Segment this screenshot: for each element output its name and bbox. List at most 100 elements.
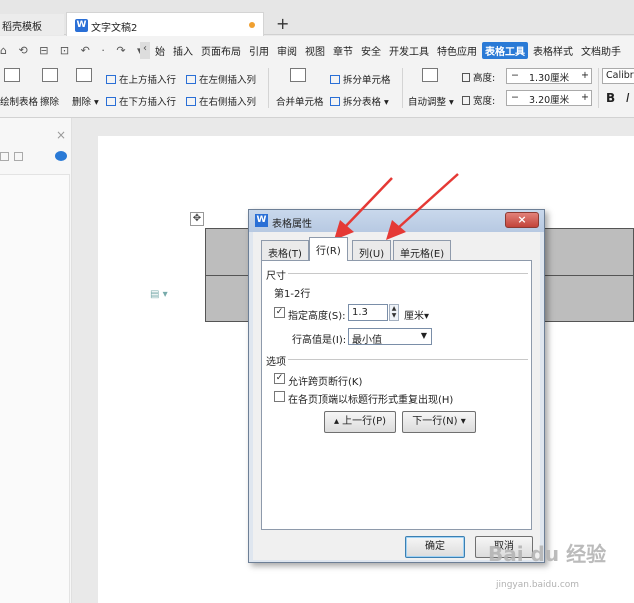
insert-above-label: 在上方插入行	[119, 75, 177, 86]
height-unit-select[interactable]: 厘米▾	[404, 307, 429, 322]
menu-item[interactable]: 安全	[358, 42, 384, 59]
font-name: Calibri	[606, 70, 634, 81]
font-select[interactable]: Calibri	[602, 68, 634, 84]
close-pane-icon[interactable]: ×	[56, 128, 66, 142]
paragraph-layout-icon[interactable]: ▤ ▾	[150, 289, 168, 300]
draw-table-icon	[4, 68, 20, 82]
menu-item[interactable]: 视图	[302, 42, 328, 59]
specify-height-label: 指定高度(S):	[288, 311, 346, 322]
insert-below-label: 在下方插入行	[119, 97, 177, 108]
width-label-text: 宽度:	[473, 96, 496, 107]
col-width-icon	[462, 96, 470, 105]
row-height-stepper[interactable]: − 1.30厘米 +	[506, 68, 592, 84]
menu-item[interactable]: 始	[152, 42, 168, 59]
split-table-icon	[330, 97, 340, 106]
ribbon-divider	[268, 68, 269, 108]
draw-table-button[interactable]: 绘制表格	[0, 94, 38, 108]
erase-button[interactable]: 擦除	[40, 94, 59, 108]
repeat-header-checkbox[interactable]	[274, 391, 285, 402]
arrow-to-column-tab	[397, 173, 459, 229]
height-plus-button[interactable]: +	[581, 70, 589, 81]
row-tab-panel: 尺寸 第1-2行 ✓ 指定高度(S): 1.3 ▲ ▼ 厘米▾ 行高值是(I): …	[261, 260, 532, 530]
tab-document[interactable]: W 文字文稿2	[66, 12, 264, 36]
menu-item-table-tools[interactable]: 表格工具	[482, 42, 528, 59]
eraser-icon	[42, 68, 58, 82]
split-cells-label: 拆分单元格	[343, 75, 391, 86]
height-label: 高度:	[462, 70, 495, 84]
row-height-is-value: 最小值	[352, 335, 382, 346]
unsaved-dot-icon	[249, 22, 255, 28]
italic-button[interactable]: I	[626, 91, 630, 105]
dialog-close-button[interactable]: ×	[505, 212, 539, 228]
height-minus-button[interactable]: −	[511, 70, 519, 81]
row-height-is-label: 行高值是(I):	[292, 335, 347, 346]
width-minus-button[interactable]: −	[511, 92, 519, 103]
split-cells-button[interactable]: 拆分单元格	[330, 72, 391, 86]
options-group-label: 选项	[266, 357, 286, 368]
menu-item[interactable]: 引用	[246, 42, 272, 59]
previous-row-button[interactable]: ▴ 上一行(P)	[324, 411, 396, 433]
bold-button[interactable]: B	[606, 91, 615, 105]
width-plus-button[interactable]: +	[581, 92, 589, 103]
table-properties-dialog: W 表格属性 × 表格(T) 行(R) 列(U) 单元格(E) 尺寸 第1-2行…	[248, 209, 545, 563]
tab-row[interactable]: 行(R)	[309, 237, 348, 261]
dialog-title: 表格属性	[272, 219, 312, 230]
auto-fit-button[interactable]: 自动调整 ▾	[408, 94, 454, 108]
split-cells-icon	[330, 75, 340, 84]
delete-button[interactable]: 删除 ▾	[72, 94, 99, 108]
row-height-spinner[interactable]: ▲ ▼	[389, 304, 399, 321]
col-width-stepper[interactable]: − 3.20厘米 +	[506, 90, 592, 106]
insert-left-icon	[186, 75, 196, 84]
row-range-label: 第1-2行	[274, 289, 311, 300]
tab-docer-templates[interactable]: 稻壳模板	[0, 14, 64, 35]
split-table-button[interactable]: 拆分表格 ▾	[330, 94, 389, 108]
quick-access-toolbar[interactable]: ⌂ ⟲ ⊟ ⊡ ↶ · ↷ ▾	[0, 44, 147, 57]
insert-col-left-button[interactable]: 在左侧插入列	[186, 72, 256, 86]
arrow-to-row-tab	[343, 177, 393, 229]
repeat-header-label: 在各页顶端以标题行形式重复出现(H)	[288, 395, 454, 406]
merge-cells-icon	[290, 68, 306, 82]
insert-left-label: 在左侧插入列	[199, 75, 257, 86]
menu-item[interactable]: 文档助手	[578, 42, 624, 59]
menu-bar: ⌂ ⟲ ⊟ ⊡ ↶ · ↷ ▾ ‹ 始 插入 页面布局 引用 审阅 视图 章节 …	[0, 36, 634, 62]
allow-break-label: 允许跨页断行(K)	[288, 377, 363, 388]
group-divider	[288, 273, 528, 274]
row-height-input[interactable]: 1.3	[348, 304, 388, 321]
specify-height-checkbox[interactable]: ✓	[274, 307, 285, 318]
new-tab-button[interactable]: +	[276, 14, 289, 33]
insert-col-right-button[interactable]: 在右侧插入列	[186, 94, 256, 108]
menu-item[interactable]: 特色应用	[434, 42, 480, 59]
menu-item[interactable]: 插入	[170, 42, 196, 59]
menu-item[interactable]: 表格样式	[530, 42, 576, 59]
menu-item[interactable]: 开发工具	[386, 42, 432, 59]
insert-row-above-button[interactable]: 在上方插入行	[106, 72, 176, 86]
row-height-is-select[interactable]: 最小值 ▼	[348, 328, 432, 346]
menu-item[interactable]: 章节	[330, 42, 356, 59]
tab-table[interactable]: 表格(T)	[261, 240, 309, 260]
ribbon-divider	[598, 68, 599, 108]
merge-cells-button[interactable]: 合并单元格	[276, 94, 324, 108]
ok-button[interactable]: 确定	[405, 536, 465, 558]
allow-break-checkbox[interactable]: ✓	[274, 373, 285, 384]
cloud-icon[interactable]	[55, 151, 67, 161]
ribbon-divider	[402, 68, 403, 108]
delete-table-icon	[76, 68, 92, 82]
expand-icon[interactable]	[0, 152, 9, 161]
tab-label: 文字文稿2	[91, 23, 138, 34]
ribbon: 绘制表格 擦除 删除 ▾ 在上方插入行 在下方插入行 在左侧插入列 在右侧插入列…	[0, 62, 634, 118]
collapse-icon[interactable]	[14, 152, 23, 161]
menu-item[interactable]: 页面布局	[198, 42, 244, 59]
navigation-pane: ×	[0, 118, 72, 603]
insert-right-label: 在右侧插入列	[199, 97, 257, 108]
menu-tabs: ‹ 始 插入 页面布局 引用 审阅 视图 章节 安全 开发工具 特色应用 表格工…	[140, 42, 624, 59]
watermark-url: jingyan.baidu.com	[496, 580, 580, 590]
next-row-button[interactable]: 下一行(N) ▾	[402, 411, 476, 433]
insert-below-icon	[106, 97, 116, 106]
height-value[interactable]: 1.30厘米	[529, 70, 569, 84]
menu-scroll-left[interactable]: ‹	[140, 42, 150, 59]
insert-row-below-button[interactable]: 在下方插入行	[106, 94, 176, 108]
width-value[interactable]: 3.20厘米	[529, 92, 569, 106]
table-move-handle-icon[interactable]: ✥	[190, 212, 204, 226]
insert-right-icon	[186, 97, 196, 106]
menu-item[interactable]: 审阅	[274, 42, 300, 59]
